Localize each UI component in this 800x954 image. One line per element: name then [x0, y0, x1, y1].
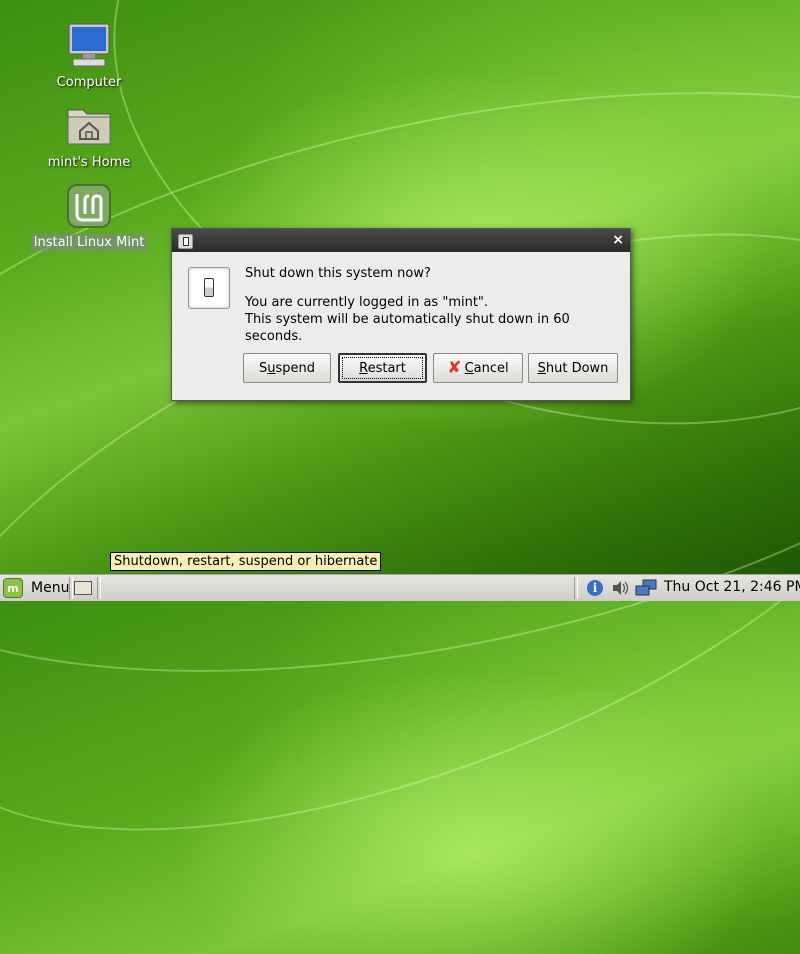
- volume-icon[interactable]: [610, 578, 630, 598]
- desktop-icon-label: Install Linux Mint: [30, 234, 148, 251]
- cancel-icon: ✘: [447, 358, 462, 378]
- message-line: You are currently logged in as "mint".: [245, 295, 489, 310]
- panel-separator: [97, 577, 101, 599]
- shutdown-dialog: × Shut down this system now? You are cur…: [171, 228, 631, 401]
- linux-mint-logo-icon: [65, 182, 113, 230]
- dialog-titlebar[interactable]: ×: [172, 229, 630, 252]
- bottom-panel: m Menu i Thu Oct 21, 2:46 PM: [0, 574, 800, 601]
- menu-button[interactable]: m Menu: [3, 577, 69, 599]
- desktop-icon-home[interactable]: mint's Home: [29, 102, 149, 171]
- suspend-button[interactable]: Suspend: [243, 353, 331, 383]
- button-label: Shut Down: [537, 360, 609, 376]
- folder-icon: [74, 580, 92, 595]
- show-desktop-button[interactable]: [73, 577, 93, 598]
- menu-label: Menu: [31, 580, 70, 596]
- power-switch-icon: [188, 267, 230, 309]
- mint-menu-icon: m: [3, 578, 23, 598]
- close-icon[interactable]: ×: [612, 232, 624, 248]
- message-line: This system will be automatically shut d…: [245, 312, 570, 344]
- clock[interactable]: Thu Oct 21, 2:46 PM: [664, 579, 800, 595]
- desktop-icon-label: mint's Home: [47, 155, 131, 170]
- update-manager-icon[interactable]: i: [585, 578, 605, 598]
- dialog-heading: Shut down this system now?: [245, 266, 431, 281]
- shut-down-button[interactable]: Shut Down: [528, 353, 618, 383]
- button-label: Restart: [359, 360, 406, 376]
- desktop-icon-computer[interactable]: Computer: [29, 22, 149, 91]
- network-icon[interactable]: [634, 578, 658, 598]
- desktop-icon-label: Computer: [56, 75, 122, 90]
- dialog-message: You are currently logged in as "mint". T…: [245, 294, 630, 345]
- computer-icon: [65, 22, 113, 70]
- desktop-icon-install-linux-mint[interactable]: Install Linux Mint: [29, 182, 149, 251]
- switch-icon: [178, 234, 193, 249]
- cancel-button[interactable]: ✘ Cancel: [433, 353, 523, 383]
- tooltip: Shutdown, restart, suspend or hibernate: [110, 552, 382, 571]
- home-folder-icon: [65, 102, 113, 150]
- button-label: Suspend: [258, 360, 316, 376]
- panel-separator: [574, 577, 578, 599]
- restart-button[interactable]: Restart: [338, 353, 427, 383]
- button-label: Cancel: [464, 360, 509, 376]
